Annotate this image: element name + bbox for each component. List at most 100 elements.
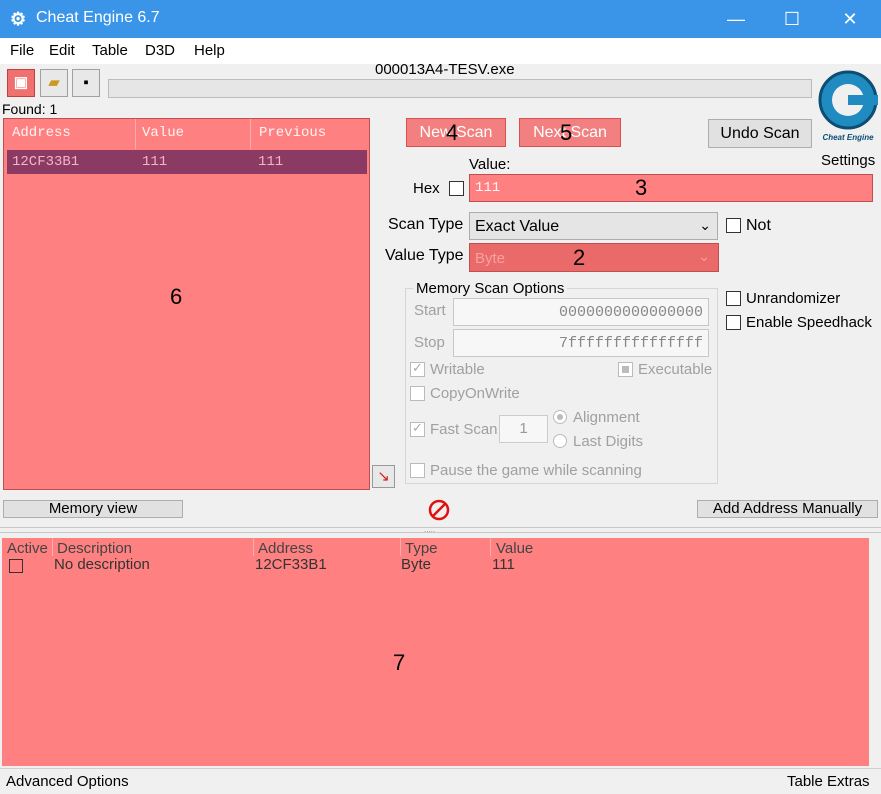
value-input[interactable]: 111: [469, 174, 873, 202]
close-icon[interactable]: ✕: [821, 0, 879, 38]
row-type[interactable]: Byte: [401, 556, 431, 573]
window-title: Cheat Engine 6.7: [36, 9, 160, 26]
table-extras-link[interactable]: Table Extras: [787, 773, 870, 790]
writable-checkbox[interactable]: ✓: [410, 360, 425, 377]
stop-label: Stop: [414, 334, 445, 351]
scroll-up-icon[interactable]: ⌃: [859, 558, 867, 569]
value-input-text: 111: [475, 180, 501, 196]
row-value[interactable]: 111: [492, 556, 515, 573]
table-row[interactable]: 12CF33B1 111 111: [7, 150, 367, 174]
select-process-button[interactable]: ▣: [7, 69, 35, 97]
menu-help[interactable]: Help: [194, 42, 225, 59]
found-row-previous: 111: [258, 154, 284, 170]
alignment-label: Alignment: [573, 409, 640, 426]
maximize-icon[interactable]: ☐: [763, 0, 821, 38]
minimize-icon[interactable]: —: [707, 0, 765, 38]
speedhack-label: Enable Speedhack: [746, 314, 872, 331]
column-header-address[interactable]: Address: [258, 540, 313, 557]
scrollbar[interactable]: ⌃ ⌄: [857, 556, 869, 766]
menu-file[interactable]: File: [10, 42, 34, 59]
cheat-engine-logo[interactable]: Cheat Engine: [817, 64, 879, 152]
not-checkbox[interactable]: [726, 218, 741, 233]
found-row-address: 12CF33B1: [12, 154, 80, 170]
settings-label[interactable]: Settings: [821, 152, 875, 169]
column-divider: [52, 538, 53, 556]
scan-type-value: Exact Value: [475, 218, 560, 235]
hex-label: Hex: [413, 180, 440, 197]
annotation-3: 3: [635, 175, 648, 200]
memory-scan-options-title: Memory Scan Options: [413, 280, 568, 297]
executable-label: Executable: [638, 361, 713, 378]
menu-d3d[interactable]: D3D: [145, 42, 175, 59]
memory-view-button[interactable]: Memory view: [3, 500, 183, 518]
advanced-options-link[interactable]: Advanced Options: [6, 773, 129, 790]
pause-game-checkbox[interactable]: [410, 463, 425, 478]
stop-icon: [428, 499, 450, 521]
menu-edit[interactable]: Edit: [49, 42, 75, 59]
column-header-description[interactable]: Description: [57, 540, 132, 557]
start-label: Start: [414, 302, 446, 319]
arrow-down-right-icon: ↘: [377, 468, 390, 485]
pause-game-label: Pause the game while scanning: [430, 462, 642, 479]
column-header-value[interactable]: Value: [496, 540, 533, 557]
scan-type-label: Scan Type: [388, 216, 464, 233]
alignment-radio[interactable]: [553, 410, 567, 424]
unrandomizer-checkbox[interactable]: [726, 291, 741, 306]
column-divider: [135, 119, 136, 149]
column-header-active[interactable]: Active: [7, 540, 48, 557]
add-address-manually-button[interactable]: Add Address Manually: [697, 500, 878, 518]
annotation-4: 4: [446, 120, 459, 145]
row-description[interactable]: No description: [54, 556, 150, 573]
column-header-type[interactable]: Type: [405, 540, 438, 557]
fast-scan-label: Fast Scan: [430, 421, 498, 438]
writable-label: Writable: [430, 361, 485, 378]
scan-type-select[interactable]: Exact Value ⌄: [469, 212, 718, 240]
splitter[interactable]: .....: [0, 526, 881, 534]
column-header-value[interactable]: Value: [142, 125, 184, 141]
fast-scan-input[interactable]: 1: [499, 415, 548, 443]
annotation-7: 7: [393, 650, 406, 675]
column-divider: [250, 119, 251, 149]
value-type-label: Value Type: [385, 247, 464, 264]
title-bar: ⚙ Cheat Engine 6.7 — ☐ ✕: [0, 0, 881, 38]
svg-text:Cheat Engine: Cheat Engine: [822, 133, 874, 142]
process-name: 000013A4-TESV.exe: [375, 61, 515, 78]
scan-progress-bar: [108, 79, 812, 98]
save-button[interactable]: ▪: [72, 69, 100, 97]
chevron-down-icon: ⌄: [698, 248, 710, 264]
undo-scan-button[interactable]: Undo Scan: [708, 119, 812, 148]
clear-list-button[interactable]: [428, 499, 450, 521]
not-label: Not: [746, 217, 771, 234]
executable-checkbox[interactable]: [618, 362, 633, 377]
last-digits-radio[interactable]: [553, 434, 567, 448]
found-count: Found: 1: [2, 101, 58, 117]
open-file-button[interactable]: ▰: [40, 69, 68, 97]
found-row-value: 111: [142, 154, 168, 170]
row-address[interactable]: 12CF33B1: [255, 556, 327, 573]
annotation-2: 2: [573, 245, 586, 270]
value-type-value: Byte: [475, 250, 506, 267]
copyonwrite-checkbox[interactable]: [410, 386, 425, 401]
value-label: Value:: [469, 156, 511, 173]
chevron-down-icon: ⌄: [699, 217, 711, 233]
status-bar: [0, 768, 881, 794]
add-to-list-button[interactable]: ↘: [372, 465, 395, 488]
column-divider: [400, 538, 401, 556]
cheat-engine-app-icon: ⚙: [10, 9, 27, 29]
stop-address-input[interactable]: 7fffffffffffffff: [453, 329, 709, 357]
scroll-down-icon[interactable]: ⌄: [859, 748, 867, 759]
floppy-disk-icon: ▪: [83, 74, 89, 91]
value-type-select[interactable]: Byte ⌄: [469, 243, 719, 272]
column-header-address[interactable]: Address: [12, 125, 71, 141]
last-digits-label: Last Digits: [573, 433, 644, 450]
column-divider: [253, 538, 254, 556]
menu-table[interactable]: Table: [92, 42, 128, 59]
start-address-input[interactable]: 0000000000000000: [453, 298, 709, 326]
column-divider: [490, 538, 491, 556]
computer-icon: ▣: [13, 74, 29, 91]
active-checkbox[interactable]: [9, 559, 23, 573]
hex-checkbox[interactable]: [449, 181, 464, 196]
fast-scan-checkbox[interactable]: ✓: [410, 420, 425, 437]
speedhack-checkbox[interactable]: [726, 315, 741, 330]
column-header-previous[interactable]: Previous: [259, 125, 326, 141]
